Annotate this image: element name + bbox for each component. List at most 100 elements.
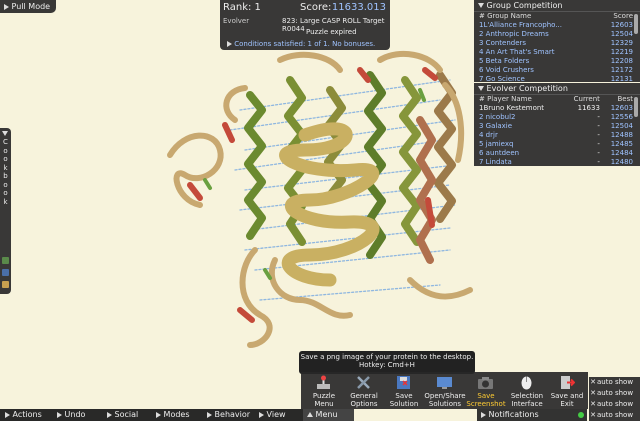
- behavior-menu[interactable]: Behavior: [207, 409, 250, 421]
- menu-label: Social: [114, 410, 139, 419]
- button-label: Solution: [389, 400, 419, 408]
- notifications-bar[interactable]: Notifications: [477, 409, 587, 421]
- group-score: 12219: [610, 48, 633, 56]
- auto-show-label: auto show: [597, 400, 634, 408]
- evolver-label: Evolver: [223, 17, 250, 25]
- undo-menu[interactable]: Undo: [57, 409, 85, 421]
- actions-menu[interactable]: Actions: [5, 409, 42, 421]
- save-screenshot-button[interactable]: Save Screenshot: [463, 372, 509, 409]
- table-row[interactable]: 1Bruno Kestemont 11633 12603: [477, 104, 635, 113]
- auto-show-toggle[interactable]: ✕auto show: [589, 377, 640, 388]
- evolver-table: # Player Name Current Best 1Bruno Kestemon…: [477, 95, 635, 167]
- mouse-icon: [521, 376, 532, 390]
- table-row[interactable]: 6 Void Crushers 12172: [477, 66, 635, 75]
- status-dot-icon: [578, 412, 584, 418]
- player-best: 12485: [610, 140, 633, 148]
- table-row[interactable]: 3 Contenders 12329: [477, 39, 635, 48]
- expand-icon: [207, 411, 212, 418]
- table-row[interactable]: 4 An Art That's Smart 12219: [477, 48, 635, 57]
- save-solution-button[interactable]: Save Solution: [381, 372, 427, 409]
- expand-icon: [107, 411, 112, 418]
- monitor-icon: [437, 377, 452, 389]
- menu-label: Behavior: [214, 410, 251, 419]
- player-name: 1Bruno Kestemont: [479, 104, 545, 112]
- group-competition-panel: Group Competition # Group Name Score 1L'A…: [474, 0, 640, 84]
- puzzle-status: Puzzle expired: [306, 28, 357, 36]
- group-score: 12172: [610, 66, 633, 74]
- view-menu[interactable]: View: [259, 409, 286, 421]
- auto-show-toggle[interactable]: ✕auto show: [589, 410, 640, 421]
- cookbook-panel[interactable]: C o o k b o o k: [0, 128, 11, 294]
- recipe-icon[interactable]: [2, 257, 9, 264]
- save-and-exit-button[interactable]: Save and Exit: [544, 372, 590, 409]
- table-row[interactable]: 5 jamiexq - 12485: [477, 140, 635, 149]
- auto-show-toggle[interactable]: ✕auto show: [589, 388, 640, 399]
- expand-icon: [156, 411, 161, 418]
- group-name: 2 Anthropic Dreams: [479, 30, 549, 38]
- cookbook-letter: o: [3, 155, 8, 163]
- player-best: 12504: [610, 122, 633, 130]
- cookbook-letter: o: [3, 180, 8, 189]
- table-row[interactable]: 6 auntdeen - 12484: [477, 149, 635, 158]
- table-row[interactable]: 2 nicobul2 - 12556: [477, 113, 635, 122]
- cookbook-letter: C: [3, 138, 8, 146]
- auto-show-toggle[interactable]: ✕auto show: [589, 399, 640, 410]
- group-competition-header[interactable]: Group Competition: [474, 0, 640, 12]
- table-row[interactable]: 1L'Alliance Francopho... 12603: [477, 21, 635, 30]
- evolver-competition-panel: Evolver Competition # Player Name Current…: [474, 83, 640, 166]
- button-label: Save and: [550, 392, 584, 400]
- menu-label: Modes: [163, 410, 190, 419]
- menu-toggle[interactable]: Menu: [303, 409, 354, 421]
- group-score: 12329: [610, 39, 633, 47]
- script-icon[interactable]: [2, 269, 9, 276]
- player-current: 11633: [577, 104, 600, 112]
- group-name: 6 Void Crushers: [479, 66, 534, 74]
- tooltip: Save a png image of your protein to the …: [299, 351, 475, 374]
- table-row[interactable]: 7 Lindata - 12480: [477, 158, 635, 167]
- close-icon: ✕: [590, 400, 596, 408]
- evolver-competition-header[interactable]: Evolver Competition: [474, 83, 640, 95]
- joystick-icon: [317, 375, 330, 389]
- expand-icon: [57, 411, 62, 418]
- notifications-label: Notifications: [488, 410, 539, 419]
- conditions-toggle[interactable]: Conditions satisfied: 1 of 1. No bonuses…: [227, 40, 375, 48]
- auto-show-label: auto show: [597, 411, 634, 419]
- player-best: 12480: [610, 158, 633, 166]
- exit-icon: [561, 376, 575, 389]
- menu-label: Actions: [12, 410, 42, 419]
- group-name: 5 Beta Folders: [479, 57, 530, 65]
- folder-icon[interactable]: [2, 281, 9, 288]
- cookbook-letter: k: [3, 197, 8, 206]
- player-name: 2 nicobul2: [479, 113, 516, 121]
- social-menu[interactable]: Social: [107, 409, 138, 421]
- col-score: Score: [613, 12, 633, 20]
- play-icon: [4, 3, 9, 10]
- modes-menu[interactable]: Modes: [156, 409, 190, 421]
- expand-icon: [481, 411, 486, 418]
- group-score: 12504: [610, 30, 633, 38]
- close-icon: ✕: [590, 389, 596, 397]
- button-label: Open/Share: [424, 392, 466, 400]
- button-label: Exit: [560, 400, 574, 408]
- scrollbar[interactable]: [634, 14, 638, 34]
- pull-mode-button[interactable]: Pull Mode: [0, 0, 56, 13]
- table-row[interactable]: 4 drjr - 12488: [477, 131, 635, 140]
- button-label: Solutions: [428, 400, 462, 408]
- col-player-name: # Player Name: [479, 95, 532, 103]
- group-name: 4 An Art That's Smart: [479, 48, 555, 56]
- open-share-solutions-button[interactable]: Open/Share Solutions: [422, 372, 468, 409]
- evolver-competition-title: Evolver Competition: [486, 84, 568, 93]
- auto-show-label: auto show: [597, 378, 634, 386]
- bottom-toolbar: Actions Undo Social Modes Behavior View …: [0, 409, 354, 421]
- button-label: Save: [395, 392, 413, 400]
- close-icon: ✕: [590, 411, 596, 419]
- player-current: -: [597, 149, 600, 157]
- player-best: 12484: [610, 149, 633, 157]
- group-table: # Group Name Score 1L'Alliance Francopho.…: [477, 12, 635, 84]
- player-name: 6 auntdeen: [479, 149, 520, 157]
- table-row[interactable]: 3 Galaxie - 12504: [477, 122, 635, 131]
- table-row[interactable]: 5 Beta Folders 12208: [477, 57, 635, 66]
- scrollbar[interactable]: [634, 97, 638, 117]
- player-best: 12603: [610, 104, 633, 112]
- table-row[interactable]: 2 Anthropic Dreams 12504: [477, 30, 635, 39]
